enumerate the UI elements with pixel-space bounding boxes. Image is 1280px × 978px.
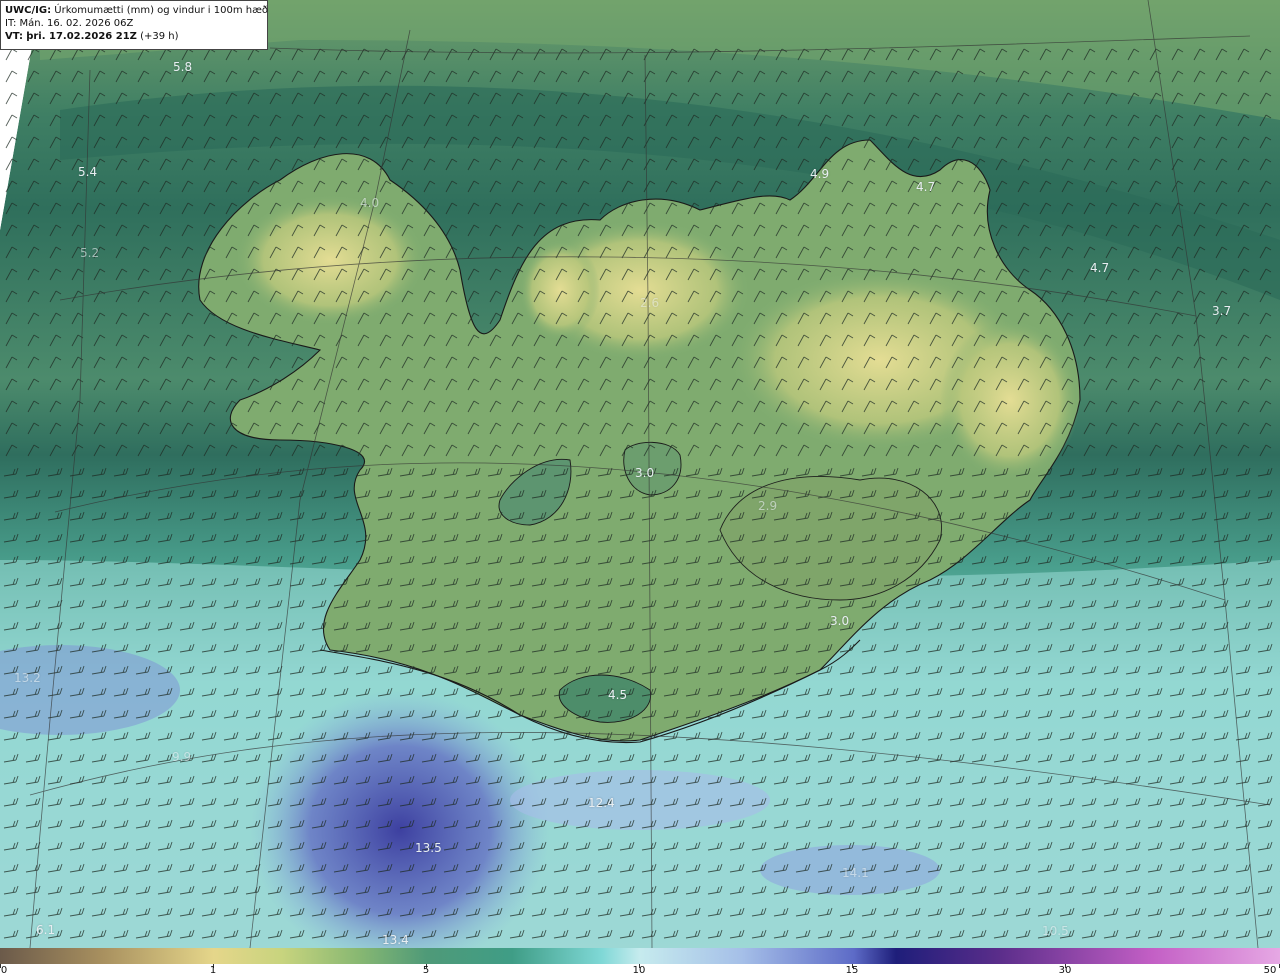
point-value: 10.5 bbox=[1042, 924, 1069, 938]
point-value: 4.5 bbox=[608, 688, 628, 702]
map-title: Úrkomumætti (mm) og vindur i 100m hæð bbox=[54, 5, 269, 16]
map-info-box: UWC/IG: Úrkomumætti (mm) og vindur i 100… bbox=[0, 0, 268, 50]
colorbar-tick-label: 50 bbox=[1263, 965, 1277, 976]
product-code: UWC/IG: bbox=[5, 5, 52, 16]
point-value: 4.9 bbox=[810, 167, 830, 181]
colorbar-tick-label: 30 bbox=[1058, 965, 1072, 976]
point-value: 2.9 bbox=[758, 499, 778, 513]
colorbar-tick-label: 10 bbox=[632, 965, 646, 976]
colorbar-tick-label: 5 bbox=[422, 965, 430, 976]
point-value: 6.1 bbox=[36, 923, 56, 937]
point-value: 13.4 bbox=[382, 933, 409, 947]
point-value: 5.8 bbox=[173, 60, 193, 74]
point-value: 13.2 bbox=[14, 671, 41, 685]
valid-time: þri. 17.02.2026 21Z bbox=[26, 31, 137, 42]
point-value: 14.1 bbox=[842, 866, 869, 880]
point-value: 4.7 bbox=[1090, 261, 1110, 275]
colorbar-tick-label: 1 bbox=[209, 965, 217, 976]
point-value: 3.0 bbox=[635, 466, 655, 480]
point-value: 12.4 bbox=[588, 796, 615, 810]
point-value: 9.9 bbox=[172, 750, 192, 764]
point-value: 2.6 bbox=[640, 296, 660, 310]
colorbar-tick-label: 0 bbox=[0, 965, 8, 976]
colorbar-gradient bbox=[0, 948, 1280, 964]
valid-prefix: VT: bbox=[5, 31, 24, 42]
point-value: 3.0 bbox=[830, 614, 850, 628]
initial-time: IT: Mán. 16. 02. 2026 06Z bbox=[5, 18, 134, 29]
point-value: 5.2 bbox=[80, 246, 100, 260]
point-value: 5.4 bbox=[78, 165, 98, 179]
forecast-map: 5.8 5.4 5.2 4.9 4.7 4.7 3.7 3.0 2.9 3.0 … bbox=[0, 0, 1280, 948]
point-value: 4.7 bbox=[916, 180, 936, 194]
point-value: 3.7 bbox=[1212, 304, 1232, 318]
point-value: 13.5 bbox=[415, 841, 442, 855]
colorbar-tick-label: 15 bbox=[845, 965, 859, 976]
colorbar: 0 1 5 10 15 30 50 bbox=[0, 948, 1280, 978]
lead-time: (+39 h) bbox=[140, 31, 179, 42]
point-value: 4.0 bbox=[360, 196, 380, 210]
